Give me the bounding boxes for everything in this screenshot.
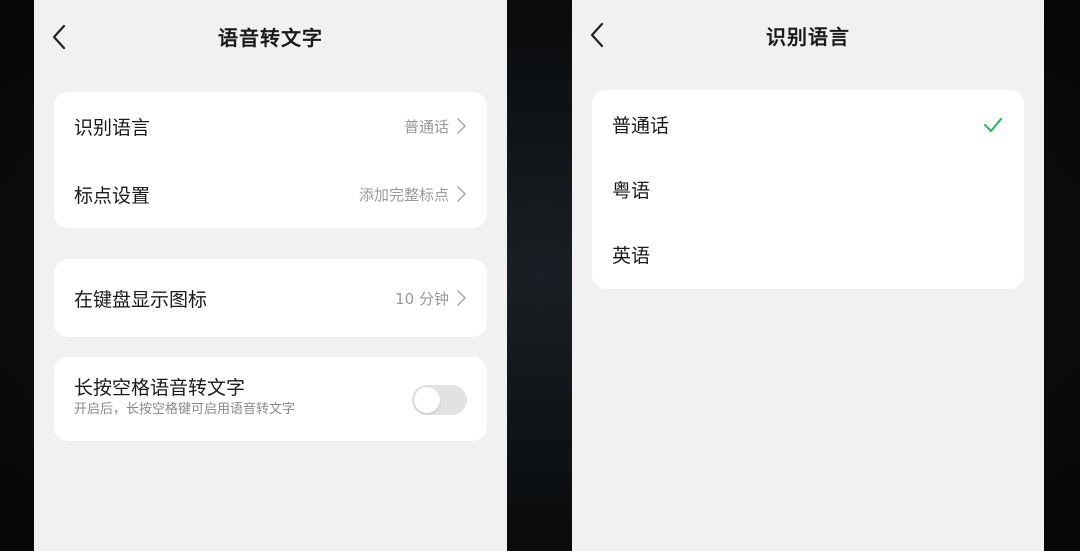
space-hold-row: 长按空格语音转文字 开启后，长按空格键可启用语音转文字 [54, 357, 487, 441]
screenshot-stage: 语音转文字 识别语言 普通话 标点设置 添加完整标点 在键盘显示图标 10 分钟… [0, 0, 1080, 551]
page-title: 识别语言 [766, 25, 850, 49]
space-hold-title: 长按空格语音转文字 [74, 377, 246, 399]
language-option-cantonese[interactable]: 粤语 [592, 157, 1024, 222]
checkmark-icon [982, 116, 1004, 134]
voice-to-text-settings-screen: 语音转文字 识别语言 普通话 标点设置 添加完整标点 在键盘显示图标 10 分钟… [34, 0, 507, 551]
language-option-label: 英语 [612, 245, 651, 267]
keyboard-icon-card: 在键盘显示图标 10 分钟 [54, 259, 487, 337]
language-options-card: 普通话 粤语 英语 [592, 90, 1024, 289]
keyboard-icon-value: 10 分钟 [395, 289, 449, 308]
top-bar: 识别语言 [572, 0, 1044, 72]
keyboard-icon-label: 在键盘显示图标 [74, 288, 208, 311]
punctuation-setting-value: 添加完整标点 [358, 185, 449, 204]
page-title: 语音转文字 [218, 26, 323, 50]
toggle-knob [414, 387, 440, 413]
language-punctuation-card: 识别语言 普通话 标点设置 添加完整标点 [54, 92, 487, 228]
recognition-language-row[interactable]: 识别语言 普通话 [54, 92, 487, 160]
language-option-english[interactable]: 英语 [592, 222, 1024, 287]
top-bar: 语音转文字 [34, 0, 507, 72]
recognition-language-label: 识别语言 [74, 116, 151, 139]
space-hold-card: 长按空格语音转文字 开启后，长按空格键可启用语音转文字 [54, 357, 487, 441]
language-option-label: 粤语 [612, 180, 651, 202]
chevron-right-icon [455, 117, 467, 135]
keyboard-icon-row[interactable]: 在键盘显示图标 10 分钟 [54, 259, 487, 337]
space-hold-toggle[interactable] [412, 385, 467, 415]
chevron-right-icon [455, 289, 467, 307]
language-option-label: 普通话 [612, 115, 670, 137]
chevron-right-icon [455, 185, 467, 203]
space-hold-subtitle: 开启后，长按空格键可启用语音转文字 [74, 402, 296, 417]
punctuation-setting-label: 标点设置 [74, 184, 151, 207]
recognition-language-value: 普通话 [403, 117, 449, 136]
language-option-mandarin[interactable]: 普通话 [592, 92, 1024, 157]
recognition-language-screen: 识别语言 普通话 粤语 英语 [572, 0, 1044, 551]
punctuation-setting-row[interactable]: 标点设置 添加完整标点 [54, 160, 487, 228]
space-hold-text: 长按空格语音转文字 开启后，长按空格键可启用语音转文字 [74, 375, 295, 419]
